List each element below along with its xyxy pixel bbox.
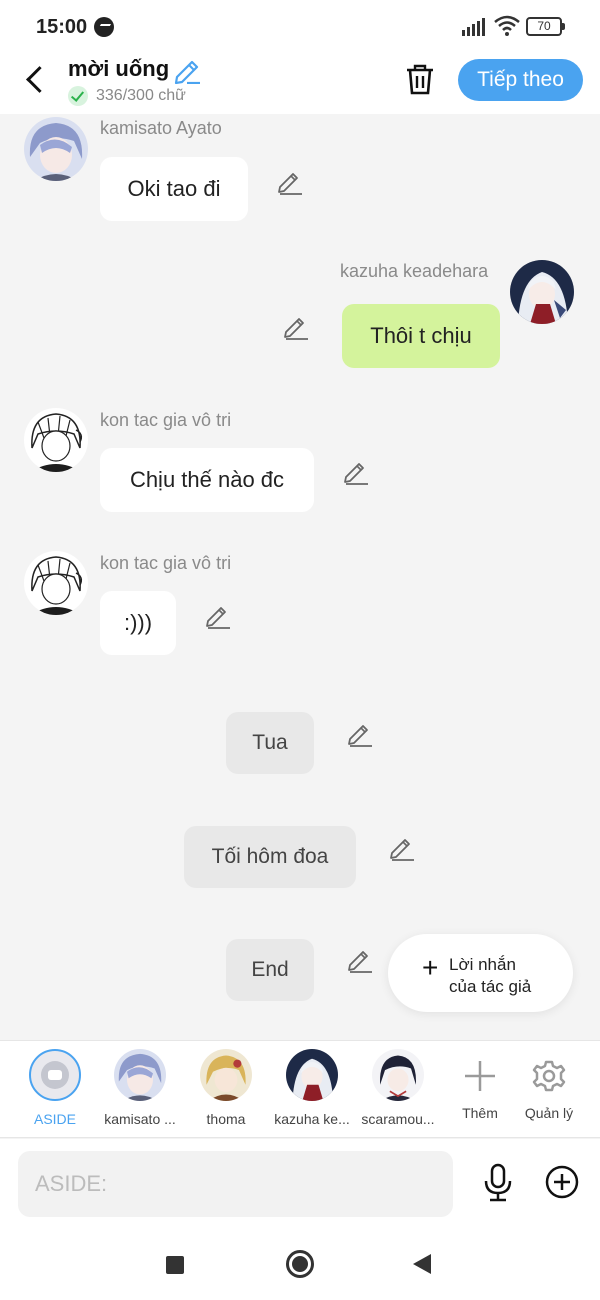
- gear-icon: [523, 1049, 575, 1101]
- avatar: [286, 1049, 338, 1101]
- edit-pencil-icon[interactable]: [204, 602, 232, 630]
- edit-pencil-icon[interactable]: [346, 720, 374, 748]
- sender-name: kamisato Ayato: [100, 118, 222, 138]
- back-arrow-icon[interactable]: [22, 64, 52, 94]
- narration-bubble[interactable]: Tua: [226, 712, 314, 774]
- character-bar: ASIDE kamisato ... thoma kazuha ke... sc…: [0, 1040, 600, 1138]
- trash-icon[interactable]: [404, 62, 436, 96]
- word-count-text: 336/300 chữ: [96, 87, 186, 104]
- story-title: mời uống: [68, 56, 170, 81]
- edit-pencil-icon[interactable]: [282, 313, 310, 341]
- add-circle-icon[interactable]: [545, 1165, 579, 1199]
- author-note-button[interactable]: + Lời nhắn của tác giả: [388, 934, 573, 1012]
- avatar[interactable]: [24, 117, 88, 181]
- microphone-icon[interactable]: [482, 1163, 514, 1203]
- narration-bubble[interactable]: End: [226, 939, 314, 1001]
- avatar[interactable]: [24, 408, 88, 472]
- word-counter: 336/300 chữ: [68, 86, 186, 106]
- message-bubble[interactable]: Chịu thế nào đc: [100, 448, 314, 512]
- edit-pencil-icon[interactable]: [342, 458, 370, 486]
- sender-name: kon tac gia vô tri: [100, 410, 232, 430]
- edit-pencil-icon[interactable]: [276, 168, 304, 196]
- character-aside[interactable]: ASIDE: [13, 1049, 97, 1127]
- character-label: thoma: [206, 1111, 246, 1127]
- avatar: [200, 1049, 252, 1101]
- recents-icon[interactable]: [166, 1256, 184, 1274]
- author-note-line2: của tác giả: [449, 977, 532, 996]
- input-bar: [0, 1139, 600, 1229]
- header: mời uống 336/300 chữ Tiếp theo: [0, 54, 600, 114]
- aside-icon: [29, 1049, 81, 1101]
- character-label: scaramou...: [361, 1111, 435, 1127]
- avatar[interactable]: [510, 260, 574, 324]
- battery-icon: 70: [526, 17, 565, 36]
- next-button[interactable]: Tiếp theo: [458, 59, 583, 101]
- character-scaramouche[interactable]: scaramou...: [356, 1049, 440, 1127]
- character-thoma[interactable]: thoma: [184, 1049, 268, 1127]
- narration-bubble[interactable]: Tối hôm đoa: [184, 826, 356, 888]
- manage-button[interactable]: Quản lý: [507, 1049, 591, 1121]
- system-nav-bar: [0, 1229, 600, 1300]
- avatar[interactable]: [24, 551, 88, 615]
- message-input[interactable]: [18, 1151, 453, 1217]
- plus-icon: [454, 1049, 506, 1101]
- character-kamisato[interactable]: kamisato ...: [98, 1049, 182, 1127]
- character-label: kamisato ...: [104, 1111, 176, 1127]
- avatar: [114, 1049, 166, 1101]
- character-label: kazuha ke...: [274, 1111, 350, 1127]
- avatar: [372, 1049, 424, 1101]
- message-bubble[interactable]: Oki tao đi: [100, 157, 248, 221]
- signal-icon: [462, 18, 485, 36]
- edit-title-icon[interactable]: [172, 56, 202, 85]
- check-icon: [68, 86, 88, 106]
- status-time: 15:00: [36, 16, 88, 38]
- sender-name: kon tac gia vô tri: [100, 553, 232, 573]
- character-label: Quản lý: [524, 1105, 574, 1121]
- messenger-icon: [94, 17, 114, 37]
- plus-icon: +: [422, 952, 439, 983]
- wifi-icon: [494, 14, 520, 42]
- author-note-line1: Lời nhắn: [449, 955, 516, 974]
- character-label: ASIDE: [33, 1111, 76, 1127]
- character-kazuha[interactable]: kazuha ke...: [270, 1049, 354, 1127]
- message-bubble[interactable]: Thôi t chịu: [342, 304, 500, 368]
- status-bar: 15:00 70: [0, 0, 600, 54]
- message-bubble[interactable]: :))): [100, 591, 176, 655]
- sender-name: kazuha keadehara: [340, 261, 489, 281]
- back-triangle-icon[interactable]: [413, 1254, 431, 1274]
- edit-pencil-icon[interactable]: [346, 946, 374, 974]
- edit-pencil-icon[interactable]: [388, 834, 416, 862]
- home-icon[interactable]: [286, 1250, 314, 1278]
